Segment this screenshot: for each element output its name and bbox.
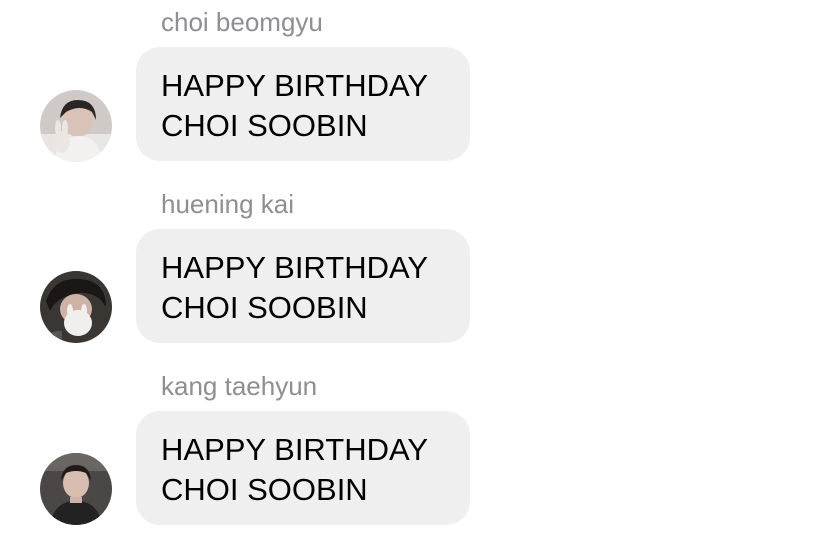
message-group: kang taehyun HAPPY BIRTHDAY CHOI SOOBIN (0, 370, 828, 530)
profile-avatar-icon (40, 271, 112, 343)
sender-avatar[interactable] (40, 271, 112, 343)
sender-name[interactable]: choi beomgyu (161, 6, 323, 38)
sender-avatar[interactable] (40, 90, 112, 162)
message-group: huening kai HAPPY BIRTHDAY CHOI SOOBIN (0, 188, 828, 348)
message-text-line: HAPPY BIRTHDAY (161, 68, 429, 103)
message-text-line: CHOI SOOBIN (161, 108, 368, 143)
message-text-line: CHOI SOOBIN (161, 290, 368, 325)
profile-avatar-icon (40, 453, 112, 525)
message-bubble[interactable]: HAPPY BIRTHDAY CHOI SOOBIN (136, 411, 470, 525)
sender-avatar[interactable] (40, 453, 112, 525)
sender-name[interactable]: huening kai (161, 188, 294, 220)
sender-name[interactable]: kang taehyun (161, 370, 317, 402)
message-group: choi beomgyu HAPPY BIRTHDAY CHOI SOOBIN (0, 6, 828, 166)
message-bubble[interactable]: HAPPY BIRTHDAY CHOI SOOBIN (136, 229, 470, 343)
message-bubble[interactable]: HAPPY BIRTHDAY CHOI SOOBIN (136, 47, 470, 161)
message-text-line: HAPPY BIRTHDAY (161, 250, 429, 285)
profile-avatar-icon (40, 90, 112, 162)
message-text-line: HAPPY BIRTHDAY (161, 432, 429, 467)
message-text-line: CHOI SOOBIN (161, 472, 368, 507)
